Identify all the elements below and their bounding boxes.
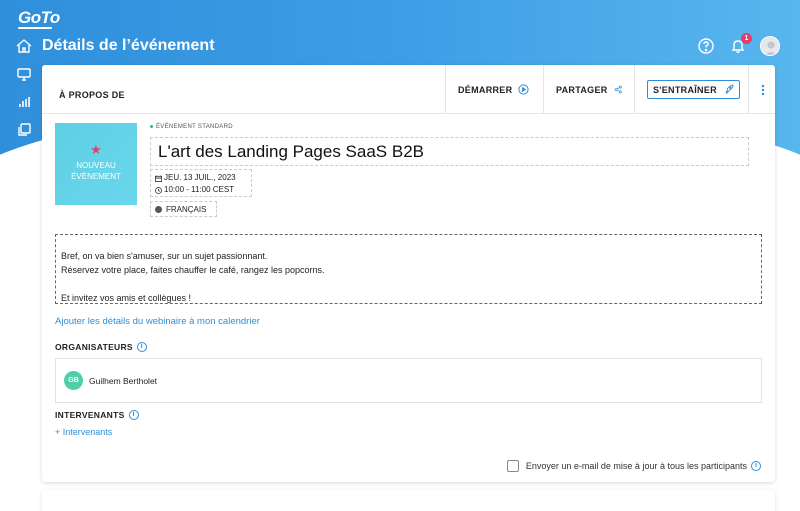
info-icon[interactable]: i bbox=[751, 461, 761, 471]
organizer-name: Guilhem Bertholet bbox=[89, 375, 158, 386]
thumb-line-2: ÉVÉNEMENT bbox=[71, 172, 121, 181]
add-to-calendar-link[interactable]: Ajouter les détails du webinaire à mon c… bbox=[55, 316, 260, 327]
event-time: 10:00 - 11:00 CEST bbox=[164, 185, 235, 194]
event-datetime[interactable]: JEU. 13 JUIL., 2023 10:00 - 11:00 CEST bbox=[150, 169, 252, 197]
page-title: Détails de l’événement bbox=[42, 37, 215, 54]
notify-participants: Envoyer un e-mail de mise à jour à tous … bbox=[506, 460, 761, 472]
event-type-label: ÉVÉNEMENT STANDARD bbox=[156, 124, 233, 130]
event-description[interactable]: Bref, on va bien s'amuser, sur un sujet … bbox=[55, 234, 762, 304]
event-title[interactable]: L'art des Landing Pages SaaS B2B bbox=[150, 137, 749, 166]
sidebar bbox=[14, 36, 36, 176]
info-icon[interactable]: i bbox=[136, 342, 147, 352]
description-line: Réservez votre place, faites chauffer le… bbox=[61, 265, 325, 275]
more-options-icon[interactable] bbox=[758, 83, 768, 97]
star-icon: ★ bbox=[90, 142, 102, 157]
calendar-icon bbox=[155, 174, 162, 182]
start-button[interactable]: DÉMARRER bbox=[445, 65, 543, 114]
train-label: S'ENTRAÎNER bbox=[653, 84, 717, 95]
organizers-heading: ORGANISATEURS i bbox=[55, 342, 147, 352]
library-icon[interactable] bbox=[14, 120, 34, 140]
event-thumbnail[interactable]: ★ NOUVEAU ÉVÉNEMENT bbox=[55, 123, 137, 205]
settings-icon[interactable] bbox=[14, 148, 34, 168]
add-speakers-link[interactable]: + Intervenants bbox=[55, 427, 112, 437]
monitor-icon[interactable] bbox=[14, 64, 34, 84]
thumb-line-1: NOUVEAU bbox=[76, 161, 116, 170]
event-language[interactable]: FRANÇAIS bbox=[150, 201, 217, 217]
event-date: JEU. 13 JUIL., 2023 bbox=[164, 173, 236, 182]
speakers-heading: INTERVENANTS i bbox=[55, 410, 139, 420]
logo-underline bbox=[18, 27, 52, 29]
info-icon[interactable]: i bbox=[128, 410, 139, 420]
description-line: Et invitez vos amis et collègues ! bbox=[61, 293, 192, 303]
globe-icon bbox=[155, 205, 162, 213]
organizer-avatar: GB bbox=[64, 371, 83, 390]
organizers-label: ORGANISATEURS bbox=[55, 342, 133, 352]
description-line bbox=[61, 277, 756, 291]
goto-logo[interactable]: GoTo bbox=[18, 8, 60, 28]
share-button[interactable]: PARTAGER bbox=[543, 65, 634, 114]
analytics-icon[interactable] bbox=[14, 92, 34, 112]
clock-icon bbox=[155, 186, 162, 194]
share-icon bbox=[614, 85, 622, 94]
help-icon[interactable] bbox=[696, 36, 716, 56]
description-line: Bref, on va bien s'amuser, sur un sujet … bbox=[61, 251, 268, 261]
user-avatar[interactable] bbox=[760, 36, 780, 56]
top-right-actions: 1 bbox=[696, 33, 780, 56]
event-language-label: FRANÇAIS bbox=[166, 204, 207, 214]
rocket-icon bbox=[725, 84, 734, 95]
about-tab-label: À PROPOS DE bbox=[59, 90, 125, 100]
card-header: À PROPOS DE DÉMARRER PARTAGER S'ENTRAÎNE… bbox=[42, 65, 775, 114]
start-label: DÉMARRER bbox=[458, 84, 513, 95]
notify-checkbox[interactable] bbox=[506, 460, 519, 472]
play-icon bbox=[518, 84, 529, 95]
train-button-cell: S'ENTRAÎNER bbox=[634, 65, 748, 114]
share-label: PARTAGER bbox=[556, 84, 608, 95]
speakers-label: INTERVENANTS bbox=[55, 410, 125, 420]
event-details-card: À PROPOS DE DÉMARRER PARTAGER S'ENTRAÎNE… bbox=[42, 65, 775, 482]
secondary-card bbox=[42, 490, 775, 511]
notification-badge: 1 bbox=[741, 33, 752, 44]
organizers-list: GB Guilhem Bertholet bbox=[55, 358, 762, 403]
event-type: ÉVÉNEMENT STANDARD bbox=[150, 124, 233, 130]
user-icon bbox=[764, 41, 778, 55]
notifications-button[interactable]: 1 bbox=[728, 33, 752, 56]
more-cell bbox=[748, 65, 775, 114]
notify-label: Envoyer un e-mail de mise à jour à tous … bbox=[525, 461, 747, 471]
home-icon[interactable] bbox=[14, 36, 34, 56]
event-type-dot bbox=[150, 124, 153, 128]
train-button[interactable]: S'ENTRAÎNER bbox=[647, 80, 740, 99]
